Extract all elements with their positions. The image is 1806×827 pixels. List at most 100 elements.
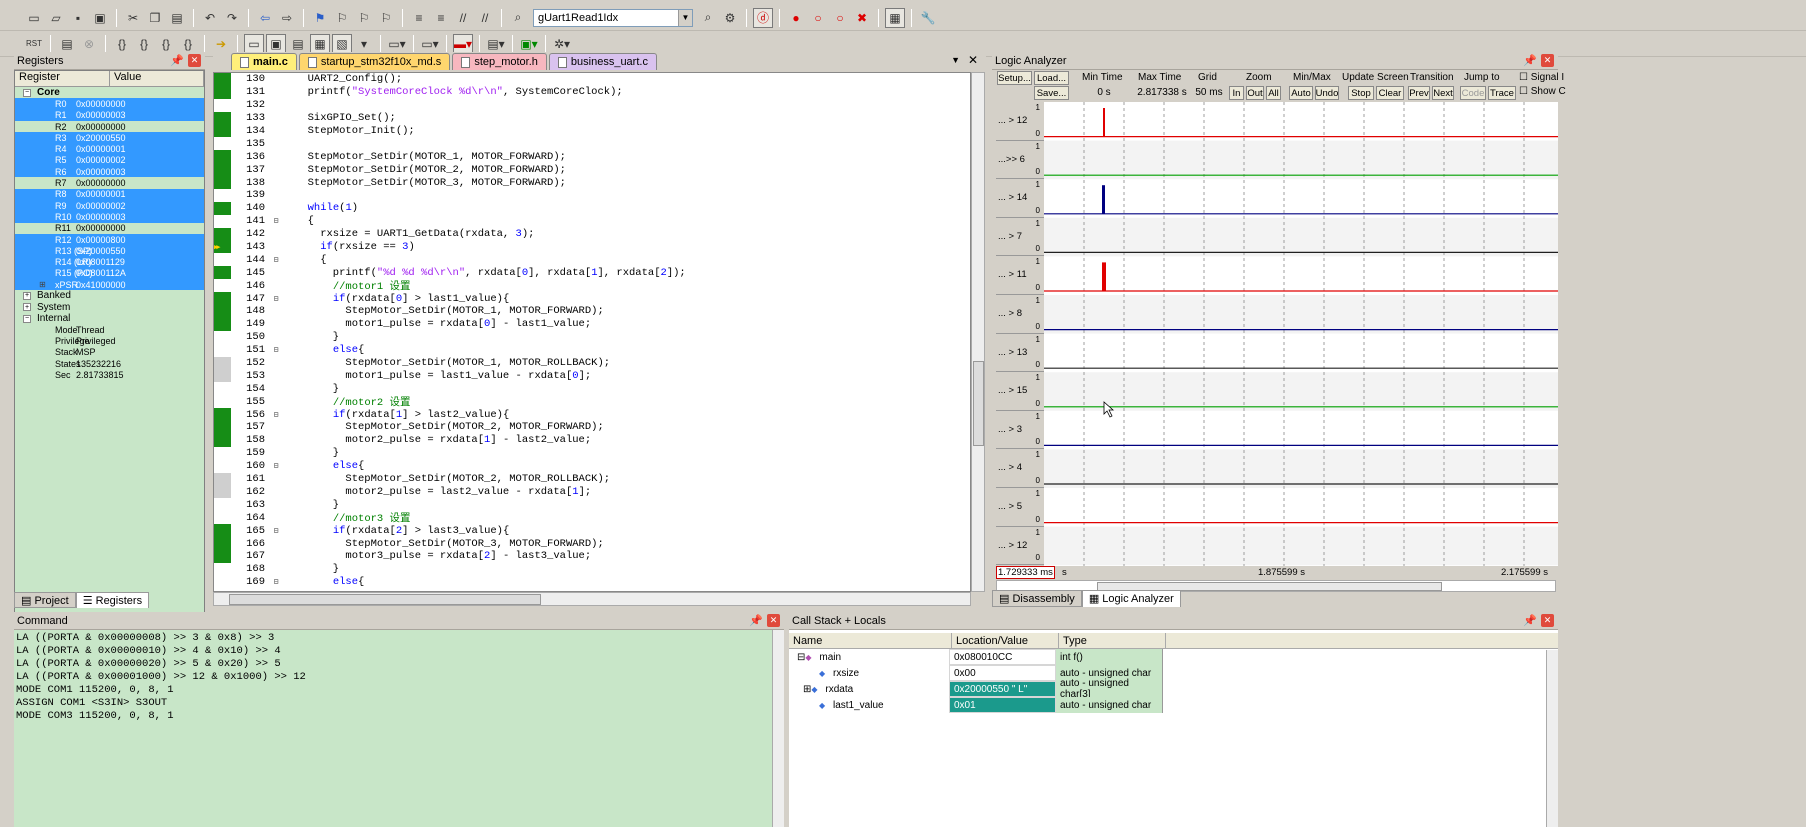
save-icon[interactable]: ▪ bbox=[68, 8, 88, 28]
la-signal-row[interactable]: 1 ... > 12 0 bbox=[996, 102, 1044, 141]
la-signal-row[interactable]: 1 ... > 4 0 bbox=[996, 449, 1044, 488]
prev-button[interactable]: Prev bbox=[1408, 86, 1430, 100]
register-row[interactable]: R2 0x00000000 bbox=[15, 120, 204, 133]
prev-bookmark-icon[interactable]: ⚐ bbox=[332, 8, 352, 28]
col-value[interactable]: Value bbox=[110, 71, 204, 86]
code-line[interactable]: 144 ⊟ { bbox=[214, 253, 970, 266]
coverage-marker[interactable] bbox=[214, 176, 231, 190]
coverage-marker[interactable] bbox=[214, 524, 231, 538]
disable-breakpoint-icon[interactable]: ○ bbox=[808, 8, 828, 28]
coverage-marker[interactable] bbox=[214, 99, 231, 112]
register-row[interactable]: R10 0x00000003 bbox=[15, 211, 204, 223]
breakpoint-icon[interactable]: ● bbox=[786, 8, 806, 28]
next-button[interactable]: Next bbox=[1432, 86, 1454, 100]
coverage-marker[interactable] bbox=[214, 460, 231, 473]
code-line[interactable]: 147 ⊟ if(rxdata[0] > last1_value){ bbox=[214, 292, 970, 306]
coverage-marker[interactable] bbox=[214, 227, 231, 241]
fold-icon[interactable]: ⊟ bbox=[271, 215, 281, 228]
nav-back-icon[interactable]: ⇦ bbox=[255, 8, 275, 28]
register-value[interactable]: 0x00000800 bbox=[75, 235, 126, 245]
stop-button[interactable]: Stop bbox=[1348, 86, 1374, 100]
register-value[interactable]: 0x00000003 bbox=[75, 212, 126, 222]
serial-window-icon[interactable]: ▭▾ bbox=[420, 34, 440, 54]
copy-icon[interactable]: ❐ bbox=[145, 8, 165, 28]
step-out-icon[interactable]: {} bbox=[156, 34, 176, 54]
disassembly-window-icon[interactable]: ▣ bbox=[266, 33, 286, 54]
code-line[interactable]: 161 StepMotor_SetDir(MOTOR_2, MOTOR_ROLL… bbox=[214, 472, 970, 486]
coverage-marker[interactable] bbox=[214, 150, 231, 164]
paste-icon[interactable]: ▤ bbox=[167, 8, 187, 28]
register-row[interactable]: Sec 2.81733815 bbox=[15, 369, 204, 380]
code-line[interactable]: 142 rxsize = UART1_GetData(rxdata, 3); bbox=[214, 227, 970, 241]
code-line[interactable]: 138 StepMotor_SetDir(MOTOR_3, MOTOR_FORW… bbox=[214, 176, 970, 190]
register-value[interactable]: 0x41000000 bbox=[75, 280, 126, 290]
coverage-marker[interactable] bbox=[214, 447, 231, 460]
analysis-window-icon[interactable]: ▬▾ bbox=[453, 33, 473, 54]
editor-tab[interactable]: business_uart.c bbox=[548, 53, 657, 70]
code-line[interactable]: 150 } bbox=[214, 331, 970, 344]
coverage-marker[interactable] bbox=[214, 317, 231, 331]
editor-hscroll[interactable] bbox=[213, 592, 971, 606]
tab-registers[interactable]: ☰ Registers bbox=[75, 592, 150, 608]
new-file-icon[interactable]: ▭ bbox=[24, 8, 44, 28]
register-group[interactable]: + System bbox=[15, 302, 204, 313]
la-signal-row[interactable]: 1 ... > 8 0 bbox=[996, 295, 1044, 334]
undo-icon[interactable]: ↶ bbox=[200, 8, 220, 28]
register-row[interactable]: R4 0x00000001 bbox=[15, 143, 204, 155]
coverage-marker[interactable] bbox=[214, 576, 231, 589]
code-line[interactable]: 149 motor1_pulse = rxdata[0] - last1_val… bbox=[214, 317, 970, 331]
load-button[interactable]: Load... bbox=[1034, 71, 1069, 85]
code-line[interactable]: 155 //motor2 设置 bbox=[214, 395, 970, 410]
la-signal-row[interactable]: 1 ... > 11 0 bbox=[996, 256, 1044, 295]
register-row[interactable]: R5 0x00000002 bbox=[15, 154, 204, 167]
wrench-icon[interactable]: 🔧 bbox=[918, 8, 938, 28]
editor-vscroll-thumb[interactable] bbox=[973, 361, 984, 446]
code-line[interactable]: 130 UART2_Config(); bbox=[214, 73, 970, 86]
expand-icon[interactable]: + bbox=[23, 303, 31, 312]
register-row[interactable]: R7 0x00000000 bbox=[15, 177, 204, 189]
coverage-marker[interactable] bbox=[214, 305, 231, 318]
expand-icon[interactable]: ⊞ bbox=[803, 684, 811, 695]
callstack-row[interactable]: ⊞ ◆ rxdata 0x20000550 " L" auto - unsigned … bbox=[789, 678, 1558, 700]
coverage-marker[interactable] bbox=[214, 382, 231, 395]
coverage-marker[interactable] bbox=[214, 201, 231, 215]
bookmark-icon[interactable]: ⚑ bbox=[310, 8, 330, 28]
register-value[interactable]: 0x00000000 bbox=[75, 122, 126, 132]
callstack-value[interactable]: 0x20000550 " L" bbox=[949, 681, 1056, 697]
comment-icon[interactable]: // bbox=[453, 8, 473, 28]
coverage-marker[interactable] bbox=[214, 421, 231, 434]
auto-button[interactable]: Auto bbox=[1289, 86, 1313, 100]
open-folder-icon[interactable]: ▱ bbox=[46, 8, 66, 28]
next-bookmark-icon[interactable]: ⚐ bbox=[354, 8, 374, 28]
code-line[interactable]: 166 StepMotor_SetDir(MOTOR_3, MOTOR_FORW… bbox=[214, 537, 970, 550]
la-signal-row[interactable]: 1 ... > 3 0 bbox=[996, 411, 1044, 450]
coverage-marker[interactable] bbox=[214, 137, 231, 150]
nav-forward-icon[interactable]: ⇨ bbox=[277, 8, 297, 28]
code-line[interactable]: 162 motor2_pulse = last2_value - rxdata[… bbox=[214, 485, 970, 499]
show-next-statement-icon[interactable]: ➔ bbox=[211, 34, 231, 54]
coverage-marker[interactable] bbox=[214, 124, 231, 138]
register-row[interactable]: Privilege Privileged bbox=[15, 336, 204, 347]
editor-tab[interactable]: main.c bbox=[231, 53, 297, 70]
editor-hscroll-thumb[interactable] bbox=[229, 594, 541, 605]
fold-icon[interactable]: ⊟ bbox=[271, 408, 281, 421]
target-combo[interactable]: gUart1Read1Idx ▼ bbox=[533, 8, 693, 27]
pin-icon[interactable]: 📌 bbox=[1523, 54, 1537, 67]
unindent-icon[interactable]: ≡ bbox=[431, 8, 451, 28]
save-all-icon[interactable]: ▣ bbox=[90, 8, 110, 28]
register-row[interactable]: R12 0x00000800 bbox=[15, 233, 204, 246]
pin-icon[interactable]: 📌 bbox=[749, 614, 763, 627]
pin-icon[interactable]: 📌 bbox=[1523, 614, 1537, 627]
command-output[interactable]: LA ((PORTA & 0x00000008) >> 3 & 0x8) >> … bbox=[14, 630, 784, 725]
callstack-row[interactable]: ◆ last1_value 0x01 auto - unsigned char bbox=[789, 697, 1558, 713]
register-value[interactable]: 0x00000002 bbox=[75, 201, 126, 211]
close-icon[interactable]: ✕ bbox=[1541, 54, 1554, 67]
register-row[interactable]: R1 0x00000003 bbox=[15, 109, 204, 121]
step-over-icon[interactable]: {} bbox=[134, 34, 154, 54]
tab-list-icon[interactable]: ▼ bbox=[951, 55, 960, 65]
editor-vscroll[interactable] bbox=[971, 72, 985, 592]
find-in-files-icon[interactable]: ⌕ bbox=[508, 8, 528, 28]
expand-icon[interactable]: ⊞ bbox=[39, 280, 46, 289]
register-row[interactable]: R3 0x20000550 bbox=[15, 132, 204, 144]
save-button[interactable]: Save... bbox=[1034, 86, 1069, 100]
